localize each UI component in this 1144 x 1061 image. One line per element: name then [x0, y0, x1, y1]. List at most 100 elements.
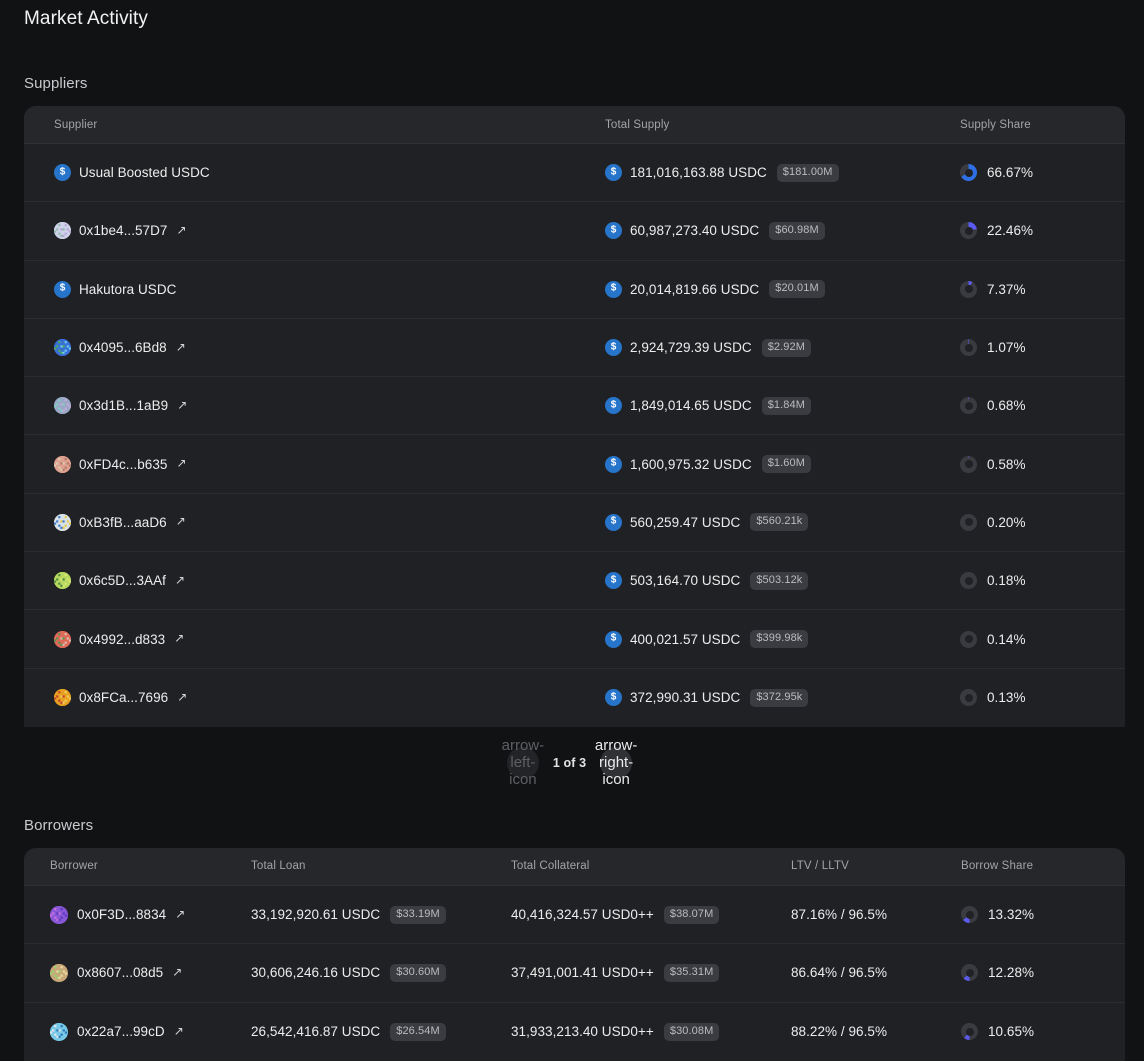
supply-share-cell: 0.14% [949, 631, 1119, 648]
table-row[interactable]: 0x8607...08d5↗30,606,246.16 USDC$30.60M3… [24, 944, 1125, 1002]
supply-share-cell: 22.46% [949, 222, 1119, 239]
usdc-coin-icon: $ [605, 281, 622, 298]
column-header-total-supply: Total Supply [594, 119, 949, 131]
table-row[interactable]: 0x22a7...99cD↗26,542,416.87 USDC$26.54M3… [24, 1003, 1125, 1061]
borrow-share-value: 12.28% [988, 965, 1034, 980]
total-supply-cell: $181,016,163.88 USDC$181.00M [594, 164, 949, 182]
supplier-name: Usual Boosted USDC [79, 165, 210, 180]
total-supply-usd-badge: $560.21k [750, 513, 808, 531]
supply-share-value: 7.37% [987, 282, 1026, 297]
supplier-cell[interactable]: 0x4992...d833↗ [24, 631, 594, 648]
borrower-cell[interactable]: 0x8607...08d5↗ [24, 964, 250, 982]
supplier-cell[interactable]: 0xB3fB...aaD6↗ [24, 514, 594, 531]
table-row[interactable]: 0x1be4...57D7↗$60,987,273.40 USDC$60.98M… [24, 202, 1125, 260]
column-header-total-collateral: Total Collateral [510, 860, 790, 872]
borrower-name: 0x0F3D...8834 [77, 907, 166, 922]
supply-share-value: 0.18% [987, 573, 1026, 588]
table-row[interactable]: 0x0F3D...8834↗33,192,920.61 USDC$33.19M4… [24, 886, 1125, 944]
supply-share-value: 0.14% [987, 632, 1026, 647]
borrow-share-cell: 10.65% [960, 1023, 1125, 1040]
total-supply-usd-badge: $20.01M [769, 280, 825, 298]
table-row[interactable]: $ Usual Boosted USDC $181,016,163.88 USDC$… [24, 144, 1125, 202]
total-collateral-amount: 31,933,213.40 USD0++ [511, 1024, 654, 1039]
total-collateral-usd-badge: $38.07M [664, 906, 720, 924]
borrowers-table-body: 0x0F3D...8834↗33,192,920.61 USDC$33.19M4… [24, 886, 1125, 1061]
usdc-coin-icon: $ [54, 164, 71, 181]
share-donut-chart [960, 631, 977, 648]
table-row[interactable]: 0xFD4c...b635↗$1,600,975.32 USDC$1.60M0.… [24, 435, 1125, 493]
usdc-coin-icon: $ [605, 222, 622, 239]
supply-share-cell: 0.18% [949, 572, 1119, 589]
borrow-share-value: 13.32% [988, 907, 1034, 922]
table-row[interactable]: 0x4095...6Bd8↗$2,924,729.39 USDC$2.92M1.… [24, 319, 1125, 377]
supplier-cell[interactable]: $ Hakutora USDC [24, 281, 594, 298]
market-activity-page: Market Activity Suppliers Supplier Total… [0, 0, 1144, 1061]
share-donut-chart [960, 339, 977, 356]
usdc-coin-icon: $ [605, 572, 622, 589]
column-header-total-loan: Total Loan [250, 860, 510, 872]
share-donut-chart [960, 572, 977, 589]
total-supply-cell: $503,164.70 USDC$503.12k [594, 572, 949, 590]
pagination-next-button[interactable]: arrow-right-icon [600, 747, 632, 779]
supplier-name: 0x1be4...57D7 [79, 223, 167, 238]
total-loan-usd-badge: $33.19M [390, 906, 446, 924]
share-donut-chart [961, 906, 978, 923]
total-supply-amount: 20,014,819.66 USDC [630, 282, 759, 297]
pagination-prev-button[interactable]: arrow-left-icon [507, 747, 539, 779]
avatar [54, 222, 71, 239]
supplier-cell[interactable]: 0x6c5D...3AAf↗ [24, 572, 594, 589]
total-supply-usd-badge: $181.00M [777, 164, 839, 182]
supplier-cell[interactable]: 0xFD4c...b635 ↗ [24, 456, 594, 473]
table-row[interactable]: 0x6c5D...3AAf↗$503,164.70 USDC$503.12k 0.… [24, 552, 1125, 610]
avatar [54, 397, 71, 414]
supplier-name: 0xFD4c...b635 [79, 457, 167, 472]
supplier-cell[interactable]: $ Usual Boosted USDC [24, 164, 594, 181]
column-header-borrow-share: Borrow Share [960, 860, 1125, 872]
total-supply-amount: 372,990.31 USDC [630, 690, 740, 705]
share-donut-chart [960, 397, 977, 414]
total-supply-cell: $1,600,975.32 USDC$1.60M [594, 455, 949, 473]
share-donut-chart [961, 964, 978, 981]
supplier-cell[interactable]: 0x3d1B...1aB9↗ [24, 397, 594, 414]
total-supply-cell: $560,259.47 USDC$560.21k [594, 513, 949, 531]
arrow-right-icon: arrow-right-icon [595, 737, 638, 788]
total-collateral-amount: 37,491,001.41 USD0++ [511, 965, 654, 980]
table-row[interactable]: 0x3d1B...1aB9↗$1,849,014.65 USDC$1.84M0.… [24, 377, 1125, 435]
avatar [54, 339, 71, 356]
supplier-cell[interactable]: 0x4095...6Bd8↗ [24, 339, 594, 356]
usdc-coin-icon: $ [605, 164, 622, 181]
avatar [50, 906, 68, 924]
total-loan-usd-badge: $26.54M [390, 1023, 446, 1041]
supplier-cell[interactable]: 0x1be4...57D7↗ [24, 222, 594, 239]
table-row[interactable]: 0xB3fB...aaD6↗$560,259.47 USDC$560.21k0.… [24, 494, 1125, 552]
total-loan-cell: 26,542,416.87 USDC$26.54M [250, 1023, 510, 1041]
supplier-cell[interactable]: 0x8FCa...7696↗ [24, 689, 594, 706]
share-donut-chart [960, 164, 977, 181]
table-row[interactable]: 0x4992...d833↗$400,021.57 USDC$399.98k0.… [24, 610, 1125, 668]
external-link-icon: ↗ [176, 457, 186, 469]
table-row[interactable]: 0x8FCa...7696↗$372,990.31 USDC$372.95k 0.… [24, 669, 1125, 727]
total-supply-usd-badge: $1.60M [762, 455, 811, 473]
share-donut-chart [960, 456, 977, 473]
total-supply-amount: 560,259.47 USDC [630, 515, 740, 530]
total-supply-usd-badge: $399.98k [750, 630, 808, 648]
avatar [54, 689, 71, 706]
share-donut-chart [960, 281, 977, 298]
usdc-coin-icon: $ [605, 456, 622, 473]
avatar [54, 631, 71, 648]
avatar [50, 964, 68, 982]
supplier-name: 0x6c5D...3AAf [79, 573, 166, 588]
borrower-cell[interactable]: 0x22a7...99cD↗ [24, 1023, 250, 1041]
supply-share-value: 0.13% [987, 690, 1026, 705]
table-row[interactable]: $ Hakutora USDC $20,014,819.66 USDC $20.01M… [24, 261, 1125, 319]
supply-share-value: 1.07% [987, 340, 1026, 355]
avatar [54, 514, 71, 531]
usdc-coin-icon: $ [54, 281, 71, 298]
section-spacer [0, 779, 1144, 817]
borrower-cell[interactable]: 0x0F3D...8834↗ [24, 906, 250, 924]
total-collateral-cell: 31,933,213.40 USD0++$30.08M [510, 1023, 790, 1041]
total-supply-cell: $372,990.31 USDC$372.95k [594, 689, 949, 707]
supplier-name: Hakutora USDC [79, 282, 176, 297]
column-header-supply-share: Supply Share [949, 119, 1119, 131]
suppliers-section-title: Suppliers [0, 75, 1144, 92]
